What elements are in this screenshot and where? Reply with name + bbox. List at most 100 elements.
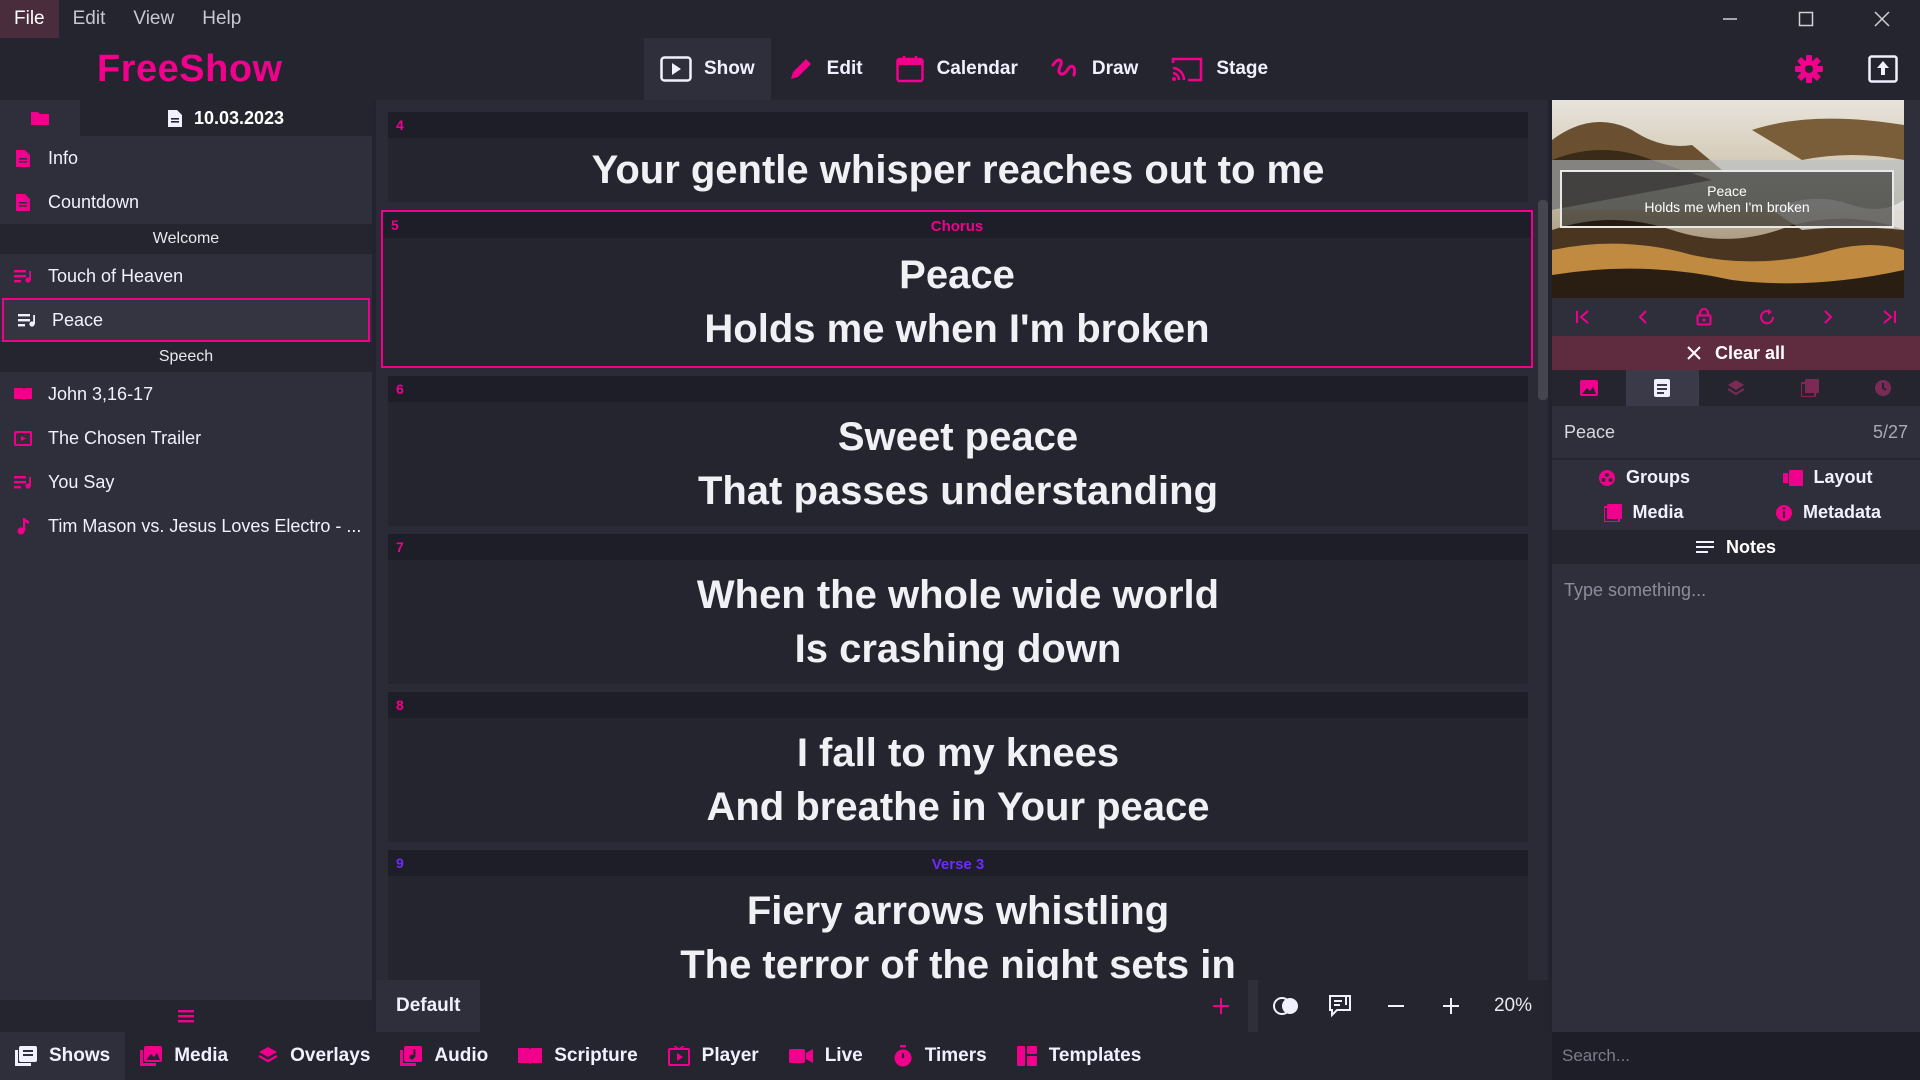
project-item-peace[interactable]: Peace bbox=[2, 298, 370, 342]
play-icon bbox=[660, 56, 692, 82]
previous-icon[interactable] bbox=[1637, 310, 1649, 324]
plus-icon bbox=[1212, 998, 1229, 1014]
option-layout[interactable]: Layout bbox=[1736, 460, 1920, 495]
drawer-tab-timers[interactable]: Timers bbox=[878, 1032, 1002, 1080]
calendar-icon bbox=[895, 56, 924, 83]
zoom-level[interactable]: 20% bbox=[1478, 995, 1548, 1017]
menu-view[interactable]: View bbox=[119, 0, 188, 38]
skip-first-icon[interactable] bbox=[1575, 310, 1591, 324]
slide-4[interactable]: 4 Your gentle whisper reaches out to me bbox=[388, 112, 1528, 202]
chords-button[interactable] bbox=[1313, 980, 1368, 1032]
output-preview[interactable]: Peace Holds me when I'm broken bbox=[1552, 100, 1904, 298]
option-media[interactable]: Media bbox=[1552, 495, 1736, 530]
option-label: Layout bbox=[1813, 467, 1873, 487]
project-item-label: Info bbox=[48, 147, 79, 168]
option-metadata[interactable]: Metadata bbox=[1736, 495, 1920, 530]
drawer-tab-player[interactable]: Player bbox=[653, 1032, 774, 1080]
tab-show[interactable] bbox=[1625, 370, 1700, 406]
skip-last-icon[interactable] bbox=[1881, 310, 1897, 324]
menu-edit[interactable]: Edit bbox=[59, 0, 120, 38]
nav-edit[interactable]: Edit bbox=[771, 38, 879, 100]
drawer-tab-scripture[interactable]: Scripture bbox=[503, 1032, 652, 1080]
slide-number: 6 bbox=[396, 381, 404, 397]
refresh-icon[interactable] bbox=[1758, 308, 1776, 326]
audio-icon bbox=[400, 1046, 423, 1066]
notes-tab[interactable]: Notes bbox=[1552, 530, 1920, 564]
slide-6[interactable]: 6 Sweet peace That passes understanding bbox=[388, 376, 1528, 526]
slide-number: 8 bbox=[396, 697, 404, 713]
drawer-tab-media[interactable]: Media bbox=[125, 1032, 243, 1080]
next-icon[interactable] bbox=[1822, 310, 1834, 324]
option-label: Groups bbox=[1625, 467, 1690, 487]
search-input[interactable]: Search... bbox=[1552, 1032, 1920, 1080]
tab-overlays[interactable] bbox=[1699, 370, 1773, 406]
slide-text: Peace Holds me when I'm broken bbox=[383, 238, 1531, 366]
clear-all-button[interactable]: Clear all bbox=[1552, 336, 1920, 370]
slide-5[interactable]: 5 Chorus Peace Holds me when I'm broken bbox=[381, 210, 1533, 368]
tab-media[interactable] bbox=[1552, 370, 1626, 406]
projects-folder-button[interactable] bbox=[0, 100, 80, 136]
nav-calendar[interactable]: Calendar bbox=[879, 38, 1034, 100]
toggle-background-button[interactable] bbox=[1258, 980, 1313, 1032]
project-item-john[interactable]: John 3,16-17 bbox=[0, 372, 372, 416]
projects-menu-button[interactable] bbox=[0, 1000, 372, 1032]
minimize-button[interactable] bbox=[1692, 0, 1768, 38]
chat-music-icon bbox=[1328, 995, 1351, 1018]
close-icon bbox=[1687, 346, 1701, 360]
close-button[interactable] bbox=[1844, 0, 1920, 38]
nav-draw[interactable]: Draw bbox=[1034, 38, 1154, 100]
layout-tab-default[interactable]: Default bbox=[376, 980, 481, 1032]
output-controls bbox=[1552, 298, 1920, 336]
pencil-icon bbox=[790, 59, 811, 79]
nav-show-label: Show bbox=[704, 58, 755, 79]
slides-scrollbar[interactable] bbox=[1538, 200, 1548, 400]
slide-number: 4 bbox=[396, 117, 404, 133]
add-layout-button[interactable] bbox=[1193, 980, 1248, 1032]
drawer-tab-audio[interactable]: Audio bbox=[385, 1032, 503, 1080]
lock-icon[interactable] bbox=[1696, 308, 1712, 326]
nav-stage[interactable]: Stage bbox=[1154, 38, 1284, 100]
folder-icon bbox=[31, 112, 49, 125]
drawer-tab-templates[interactable]: Templates bbox=[1002, 1032, 1157, 1080]
project-title[interactable]: 10.03.2023 bbox=[80, 100, 372, 136]
slide-9[interactable]: 9 Verse 3 Fiery arrows whistling The ter… bbox=[388, 850, 1528, 980]
drawer-tab-overlays[interactable]: Overlays bbox=[243, 1032, 385, 1080]
drawer-tab-shows[interactable]: Shows bbox=[0, 1032, 126, 1080]
slide-7[interactable]: 7 When the whole wide world Is crashing … bbox=[388, 534, 1528, 684]
cast-icon bbox=[1172, 57, 1203, 82]
project-item-touch-of-heaven[interactable]: Touch of Heaven bbox=[0, 254, 372, 298]
project-item-info[interactable]: Info bbox=[0, 136, 372, 180]
project-item-tim-mason[interactable]: Tim Mason vs. Jesus Loves Electro - ... bbox=[0, 504, 372, 548]
slide-number: 7 bbox=[396, 539, 404, 555]
plus-icon bbox=[1442, 998, 1459, 1014]
settings-button[interactable] bbox=[1772, 38, 1846, 100]
slide-8[interactable]: 8 I fall to my knees And breathe in Your… bbox=[388, 692, 1528, 842]
option-groups[interactable]: Groups bbox=[1552, 460, 1736, 495]
tab-timers[interactable] bbox=[1846, 370, 1920, 406]
menu-help[interactable]: Help bbox=[188, 0, 255, 38]
tab-templates[interactable] bbox=[1773, 370, 1847, 406]
maximize-button[interactable] bbox=[1768, 0, 1844, 38]
drawer-tab-live[interactable]: Live bbox=[774, 1032, 878, 1080]
bar-divider bbox=[1248, 980, 1258, 1032]
nav-draw-label: Draw bbox=[1091, 58, 1139, 79]
clock-icon bbox=[1875, 380, 1892, 396]
section-speech: Speech bbox=[0, 342, 372, 372]
zoom-in-button[interactable] bbox=[1423, 980, 1478, 1032]
lyrics-icon bbox=[14, 267, 32, 285]
output-button[interactable] bbox=[1846, 38, 1920, 100]
project-item-you-say[interactable]: You Say bbox=[0, 460, 372, 504]
close-icon bbox=[1874, 11, 1890, 27]
project-item-countdown[interactable]: Countdown bbox=[0, 180, 372, 224]
zoom-out-button[interactable] bbox=[1368, 980, 1423, 1032]
document-icon bbox=[14, 193, 32, 211]
project-item-chosen-trailer[interactable]: The Chosen Trailer bbox=[0, 416, 372, 460]
document-icon bbox=[167, 109, 182, 127]
slide-header: 7 bbox=[388, 534, 1528, 560]
notes-textarea[interactable]: Type something... bbox=[1552, 564, 1920, 1032]
preview-text-box: Peace Holds me when I'm broken bbox=[1560, 170, 1894, 228]
nav-show[interactable]: Show bbox=[644, 38, 771, 100]
menu-file[interactable]: File bbox=[0, 0, 59, 38]
hamburger-icon bbox=[178, 1010, 194, 1023]
minimize-icon bbox=[1723, 18, 1737, 20]
